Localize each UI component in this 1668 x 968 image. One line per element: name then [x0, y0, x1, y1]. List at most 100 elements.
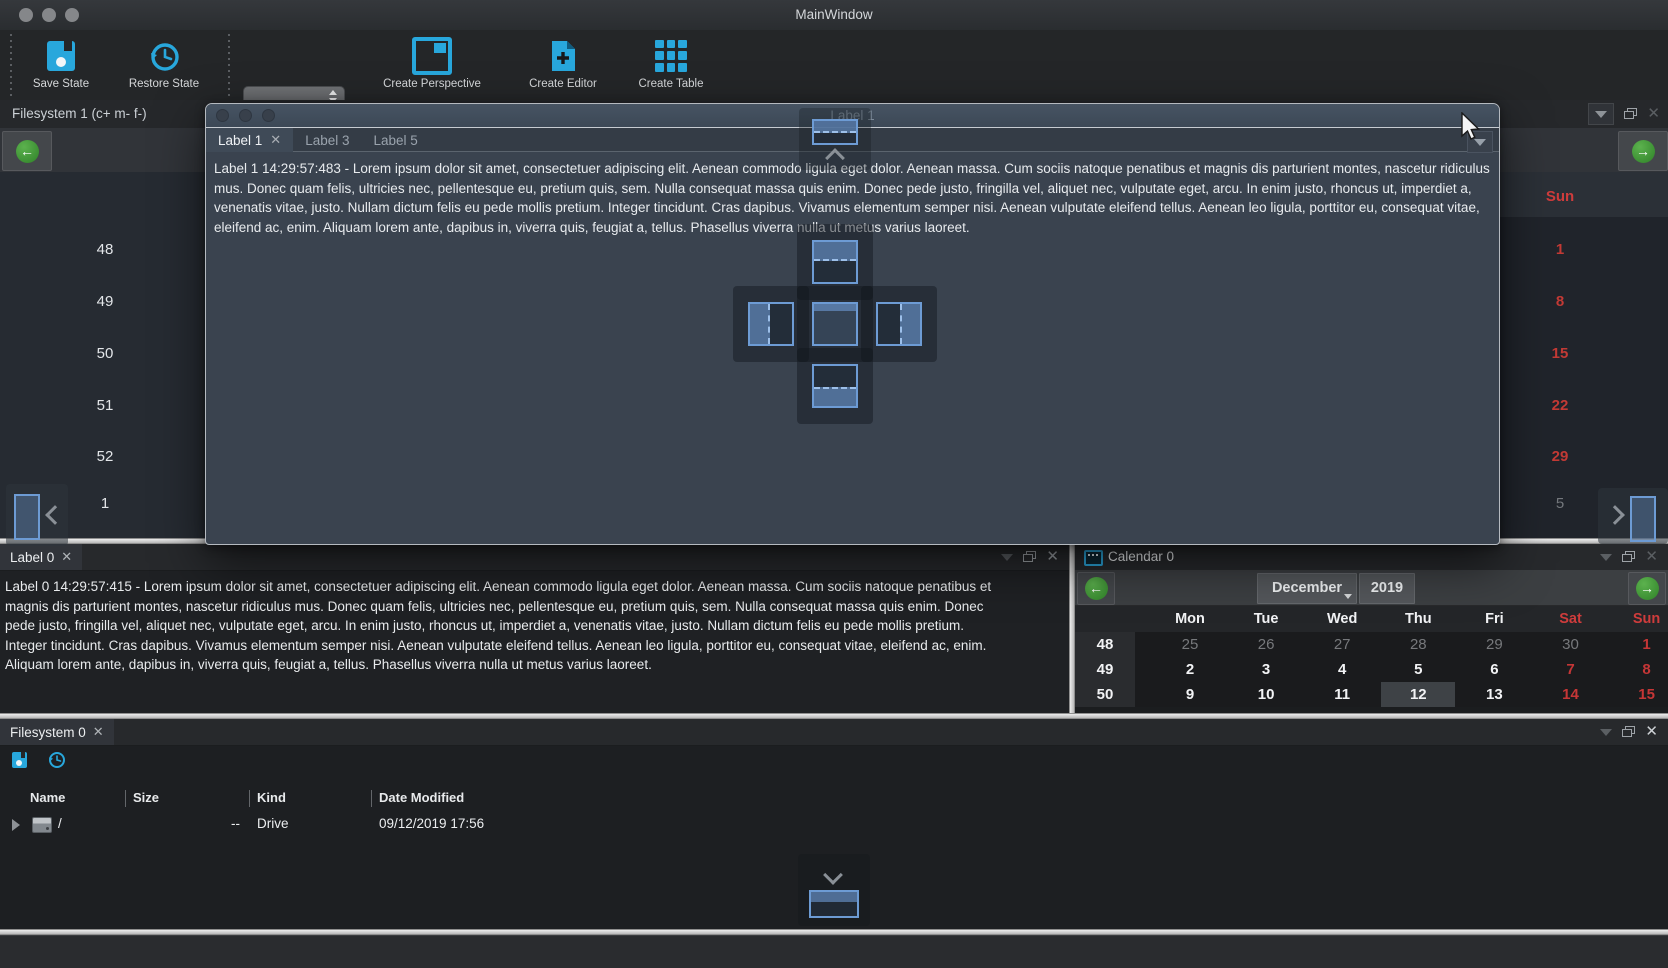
column-header-size[interactable]: Size: [133, 790, 159, 805]
tab-filesystem0[interactable]: Filesystem 0 ✕: [0, 719, 114, 745]
calendar-week-row: 492345678: [1075, 657, 1668, 682]
calendar-next-month-button[interactable]: →: [1618, 131, 1668, 171]
create-editor-button[interactable]: Create Editor: [508, 32, 618, 98]
calendar-day-cell[interactable]: 2: [1153, 657, 1227, 682]
calendar-day-cell[interactable]: 28: [1381, 632, 1455, 657]
tab-label1[interactable]: Label 1✕: [206, 128, 293, 152]
calendar-day-cell[interactable]: 29: [1457, 632, 1531, 657]
create-perspective-button[interactable]: Create Perspective: [362, 32, 502, 98]
status-bar: [0, 935, 1668, 968]
calendar-day-cell[interactable]: 25: [1153, 632, 1227, 657]
filesystem0-toolbar: [0, 745, 1668, 781]
tab-label0[interactable]: Label 0 ✕: [0, 544, 82, 570]
calendar0-title: Calendar 0: [1108, 544, 1174, 570]
day-header-mon: Mon: [1152, 606, 1228, 632]
create-table-button[interactable]: Create Table: [625, 32, 717, 98]
left-arrow-icon: [45, 505, 65, 525]
year-button[interactable]: 2019: [1359, 573, 1415, 604]
calendar-day-cell[interactable]: 1: [1610, 632, 1668, 657]
save-icon: [47, 41, 75, 71]
close-tab-icon[interactable]: ✕: [270, 132, 281, 148]
float-button[interactable]: [1622, 551, 1635, 563]
drop-indicator-top-edge[interactable]: [799, 108, 871, 170]
close-button[interactable]: ✕: [1647, 105, 1660, 123]
column-header-kind[interactable]: Kind: [257, 790, 286, 805]
tab-label3[interactable]: Label 3: [293, 128, 361, 152]
calendar-day-cell[interactable]: 9: [1153, 682, 1227, 707]
drop-indicator-right-edge[interactable]: [1598, 488, 1668, 544]
float-button[interactable]: [1624, 108, 1637, 120]
chevron-down-icon: [1595, 111, 1607, 118]
close-button[interactable]: ✕: [1645, 548, 1658, 566]
create-editor-label: Create Editor: [529, 78, 597, 90]
calendar-day-cell[interactable]: 3: [1229, 657, 1303, 682]
calendar-day-cell[interactable]: 30: [1534, 632, 1608, 657]
close-button[interactable]: ✕: [1645, 723, 1658, 741]
table-row[interactable]: /--Drive09/12/2019 17:56: [0, 813, 1668, 837]
sunday-date[interactable]: 5: [1525, 495, 1595, 515]
sunday-date[interactable]: 8: [1525, 293, 1595, 313]
main-toolbar: Save State Restore State Create Perspect…: [0, 30, 1668, 101]
calendar0-titlebar[interactable]: Calendar 0 ✕: [1075, 544, 1668, 571]
close-button[interactable]: ✕: [1046, 548, 1059, 566]
calendar-prev-month-button[interactable]: ←: [2, 131, 52, 171]
calendar-day-cell[interactable]: 4: [1305, 657, 1379, 682]
chevron-down-icon[interactable]: [1600, 729, 1612, 736]
calendar-day-cell[interactable]: 12: [1381, 682, 1455, 707]
float-button[interactable]: [1622, 726, 1635, 738]
week-number: 1: [75, 495, 135, 515]
right-arrow-icon: [1605, 505, 1625, 525]
day-header-sat: Sat: [1533, 606, 1609, 632]
tab-label5[interactable]: Label 5: [362, 128, 430, 152]
chevron-down-icon[interactable]: [1600, 554, 1612, 561]
calendar-day-cell[interactable]: 26: [1229, 632, 1303, 657]
drop-indicator-bottom[interactable]: [797, 348, 873, 424]
sunday-date[interactable]: 15: [1525, 345, 1595, 365]
tab-menu-button[interactable]: [1588, 103, 1614, 125]
column-header-date-modified[interactable]: Date Modified: [379, 790, 464, 805]
calendar-day-cell[interactable]: 5: [1381, 657, 1455, 682]
drop-indicator-left-edge[interactable]: [6, 484, 68, 546]
next-month-button[interactable]: →: [1628, 572, 1666, 605]
calendar0-nav-bar: ← December 2019 →: [1075, 570, 1668, 606]
close-tab-icon[interactable]: ✕: [93, 724, 104, 740]
calendar-day-cell[interactable]: 13: [1457, 682, 1531, 707]
calendar-day-cell[interactable]: 27: [1305, 632, 1379, 657]
week-number: 52: [75, 448, 135, 468]
filesystem0-titlebar[interactable]: Filesystem 0 ✕ ✕: [0, 719, 1668, 746]
sunday-date[interactable]: 22: [1525, 397, 1595, 417]
calendar-day-cell[interactable]: 8: [1610, 657, 1668, 682]
restore-icon: [147, 37, 181, 75]
label0-titlebar[interactable]: Label 0 ✕ ✕: [0, 544, 1069, 571]
week-number: 50: [75, 345, 135, 365]
toolbar-separator: [228, 34, 230, 96]
right-arrow-icon: →: [1636, 577, 1659, 600]
tab-menu-button[interactable]: [1467, 131, 1493, 153]
sunday-date[interactable]: 1: [1525, 241, 1595, 261]
calendar-day-cell[interactable]: 15: [1610, 682, 1668, 707]
sunday-date[interactable]: 29: [1525, 448, 1595, 468]
save-state-button[interactable]: Save State: [20, 32, 102, 98]
column-header-name[interactable]: Name: [30, 790, 65, 805]
calendar-day-cell[interactable]: 14: [1534, 682, 1608, 707]
filesystem1-titlebar-buttons: ✕: [1588, 103, 1660, 125]
filesystem0-titlebar-buttons: ✕: [1600, 721, 1658, 743]
calendar-day-cell[interactable]: 11: [1305, 682, 1379, 707]
calendar-day-cell[interactable]: 6: [1457, 657, 1531, 682]
window-titlebar[interactable]: MainWindow: [0, 0, 1668, 31]
restore-state-button[interactable]: Restore State: [112, 32, 216, 98]
column-divider: [249, 790, 250, 807]
save-button[interactable]: [12, 752, 27, 768]
calendar-day-cell[interactable]: 7: [1534, 657, 1608, 682]
restore-button[interactable]: [47, 750, 66, 769]
expand-caret-icon[interactable]: [12, 819, 20, 831]
prev-month-button[interactable]: ←: [1077, 572, 1115, 605]
calendar-day-cell[interactable]: 10: [1229, 682, 1303, 707]
column-divider: [125, 790, 126, 807]
float-button[interactable]: [1023, 551, 1036, 563]
floating-tabs: Label 1✕Label 3Label 5: [206, 128, 430, 152]
chevron-down-icon[interactable]: [1001, 554, 1013, 561]
month-button[interactable]: December: [1257, 573, 1357, 604]
close-tab-icon[interactable]: ✕: [61, 549, 72, 565]
drop-indicator-bottom-edge[interactable]: [798, 854, 870, 926]
